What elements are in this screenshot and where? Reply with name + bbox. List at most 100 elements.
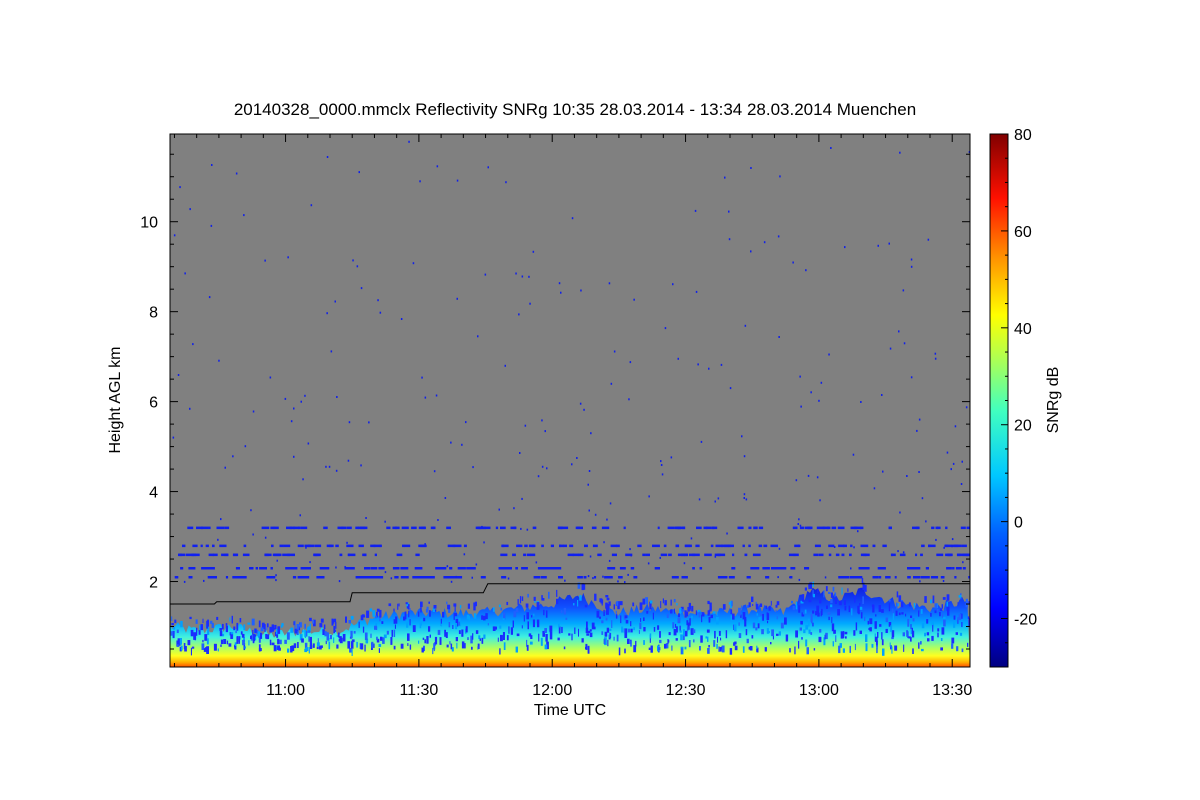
echo-speckle [957,617,959,624]
echo-speckle [236,636,239,644]
echo-speckle [757,623,760,629]
echo-speckle [752,604,754,606]
noise-dot [860,401,862,403]
noise-dot [743,493,746,496]
noise-dot [183,580,186,583]
echo-speckle [645,597,648,605]
echo-speckle [770,642,772,645]
noise-dot [818,399,820,402]
echo-speckle [910,629,912,635]
sparse-echo [704,553,712,557]
echo-speckle [336,644,339,649]
echo-speckle [616,614,618,619]
echo-speckle [516,633,520,637]
sparse-echo [828,553,832,557]
noise-dot [830,147,832,149]
echo-speckle [556,598,559,605]
echo-speckle [230,634,233,639]
echo-speckle [865,634,868,642]
echo-speckle [536,602,540,610]
echo-speckle [358,621,360,628]
echo-speckle [284,639,287,644]
echo-speckle [624,615,628,619]
noise-dot [250,509,252,512]
noise-dot [203,579,205,582]
noise-dot [602,575,604,578]
sparse-echo [431,576,435,579]
echo-speckle [878,605,881,612]
echo-speckle [818,636,822,643]
echo-speckle [745,629,748,636]
sparse-echo [270,567,273,570]
echo-speckle [545,634,548,642]
noise-dot [335,566,337,569]
sparse-echo [961,544,967,548]
echo-speckle [407,643,409,646]
y-axis-label: Height AGL km [107,346,124,453]
echo-speckle [364,644,366,652]
echo-speckle [530,635,533,639]
sparse-echo [860,526,864,530]
echo-speckle [920,641,922,645]
sparse-echo [944,544,949,548]
echo-speckle [220,644,222,647]
echo-speckle [420,601,423,608]
echo-speckle [217,648,219,652]
echo-speckle [700,635,703,643]
echo-speckle [587,645,590,654]
echo-speckle [684,610,687,618]
echo-speckle [639,622,642,630]
echo-speckle [442,611,445,618]
sparse-echo [182,544,186,548]
sparse-echo [443,576,451,579]
echo-speckle [585,627,589,634]
sparse-echo [185,553,194,557]
echo-speckle [316,642,320,647]
echo-speckle [815,611,818,616]
noise-dot [943,546,945,549]
echo-speckle [472,633,474,640]
noise-dot [729,387,732,390]
echo-speckle [667,639,669,644]
echo-speckle [408,610,410,618]
sparse-echo [501,576,507,579]
sparse-echo [524,544,528,548]
sparse-echo [920,553,923,557]
echo-speckle [830,604,833,608]
echo-speckle [621,626,624,633]
noise-dot [724,176,726,179]
echo-speckle [334,629,336,632]
echo-speckle [407,633,410,641]
echo-speckle [409,608,411,613]
echo-speckle [691,615,693,619]
sparse-echo [594,576,597,579]
sparse-echo [300,567,306,570]
sparse-echo [936,553,944,557]
echo-speckle [382,637,385,644]
y-tick-label: 10 [140,215,158,232]
noise-dot [537,475,540,478]
sparse-echo [243,544,247,548]
colorbar-label: SNRg dB [1045,367,1062,434]
echo-speckle [675,623,677,628]
noise-dot [218,359,220,362]
noise-dot [899,151,901,154]
colorbar-tick-label: -20 [1014,612,1037,629]
noise-dot [934,352,937,355]
sparse-echo [367,567,371,570]
echo-speckle [342,634,346,642]
echo-speckle [369,608,373,612]
echo-speckle [957,602,959,606]
echo-speckle [713,640,716,647]
echo-speckle [538,633,540,642]
noise-dot [951,538,954,541]
echo-speckle [309,617,312,622]
sparse-echo [579,553,584,557]
echo-speckle [798,640,800,649]
echo-speckle [207,619,209,627]
echo-speckle [801,612,803,617]
noise-dot [610,382,613,385]
sparse-echo [204,567,211,570]
echo-speckle [801,637,803,640]
noise-dot [487,166,489,169]
